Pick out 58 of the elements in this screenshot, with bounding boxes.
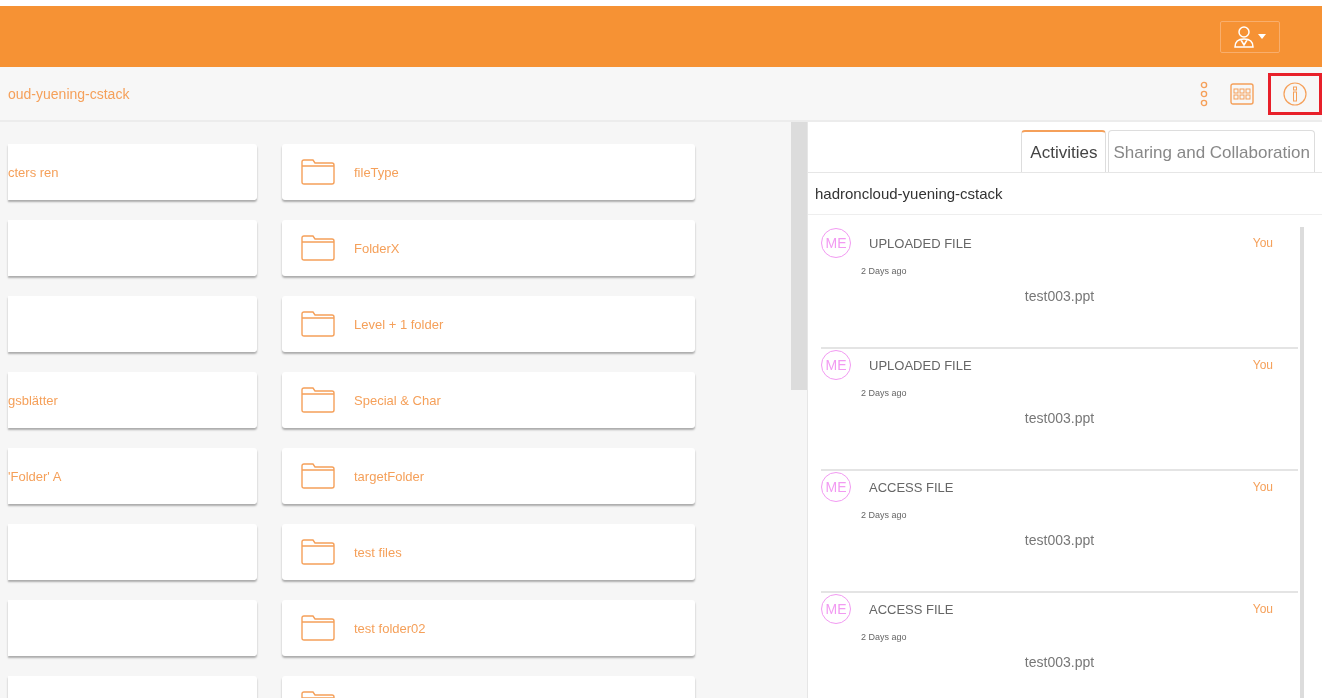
folder-icon xyxy=(301,539,335,565)
more-icon xyxy=(1200,80,1208,107)
panel-title: hadroncloud-yuening-cstack xyxy=(808,173,1322,215)
activity-action: UPLOADED FILE xyxy=(869,235,973,251)
breadcrumb-link[interactable]: oud-yuening-cstack xyxy=(8,85,130,102)
info-button[interactable] xyxy=(1268,72,1322,115)
folder-name: FolderX xyxy=(354,240,400,256)
activity-file: test003.ppt xyxy=(1023,288,1096,304)
folder-card[interactable]: fileType xyxy=(282,144,695,200)
info-icon xyxy=(1283,81,1307,106)
scrollbar[interactable] xyxy=(1300,227,1304,698)
activity-file: test003.ppt xyxy=(1023,532,1096,548)
user-icon xyxy=(1233,23,1267,50)
folder-card[interactable]: targetFolder xyxy=(282,448,695,504)
folder-card[interactable]: cters ren xyxy=(8,144,257,200)
folder-name: gsblätter xyxy=(8,392,58,408)
folder-name: Special & Char xyxy=(354,392,441,408)
grid-icon xyxy=(1230,82,1254,105)
activity-file: test003.ppt xyxy=(1023,410,1096,426)
activity-time: 2 Days ago xyxy=(861,510,908,520)
folder-card[interactable] xyxy=(8,220,257,276)
folder-card[interactable]: FolderX xyxy=(282,220,695,276)
activity-time: 2 Days ago xyxy=(861,388,908,398)
folder-card[interactable]: 'Folder' A xyxy=(8,448,257,504)
activity-action: UPLOADED FILE xyxy=(869,357,973,373)
activity-user: You xyxy=(1252,358,1273,372)
folder-icon xyxy=(301,463,335,489)
folder-card[interactable] xyxy=(8,600,257,656)
activity-action: ACCESS FILE xyxy=(869,601,955,617)
folder-name: 'Folder' A xyxy=(8,468,62,484)
activity-file: test003.ppt xyxy=(1023,654,1096,670)
panel-tab[interactable]: Sharing and Collaboration xyxy=(1108,130,1315,172)
activity-user: You xyxy=(1252,236,1273,250)
folder-name: test files xyxy=(354,544,402,560)
activity-user: You xyxy=(1252,480,1273,494)
folder-name: test folder02 xyxy=(354,620,426,636)
activity-time: 2 Days ago xyxy=(861,632,908,642)
activity-time: 2 Days ago xyxy=(861,266,908,276)
folder-name: fileType xyxy=(354,164,399,180)
folder-icon xyxy=(301,159,335,185)
folder-name: Level + 1 folder xyxy=(354,316,444,332)
folder-card[interactable] xyxy=(8,296,257,352)
folder-card[interactable]: Level + 1 folder xyxy=(282,296,695,352)
folder-card[interactable]: test folder02 xyxy=(282,600,695,656)
activity-user: You xyxy=(1252,602,1273,616)
folder-card[interactable]: test files xyxy=(282,524,695,580)
activity-action: ACCESS FILE xyxy=(869,479,955,495)
folder-icon xyxy=(301,235,335,261)
folder-card[interactable] xyxy=(8,524,257,580)
folder-card[interactable]: gsblätter xyxy=(8,372,257,428)
folder-icon xyxy=(301,387,335,413)
folder-name: cters ren xyxy=(8,164,59,180)
user-menu-button[interactable] xyxy=(1220,20,1280,53)
folder-card[interactable]: Special & Char xyxy=(282,372,695,428)
folder-name: targetFolder xyxy=(354,468,425,484)
folder-icon xyxy=(301,311,335,337)
folder-icon xyxy=(301,615,335,641)
panel-tab[interactable]: Activities xyxy=(1021,130,1107,172)
